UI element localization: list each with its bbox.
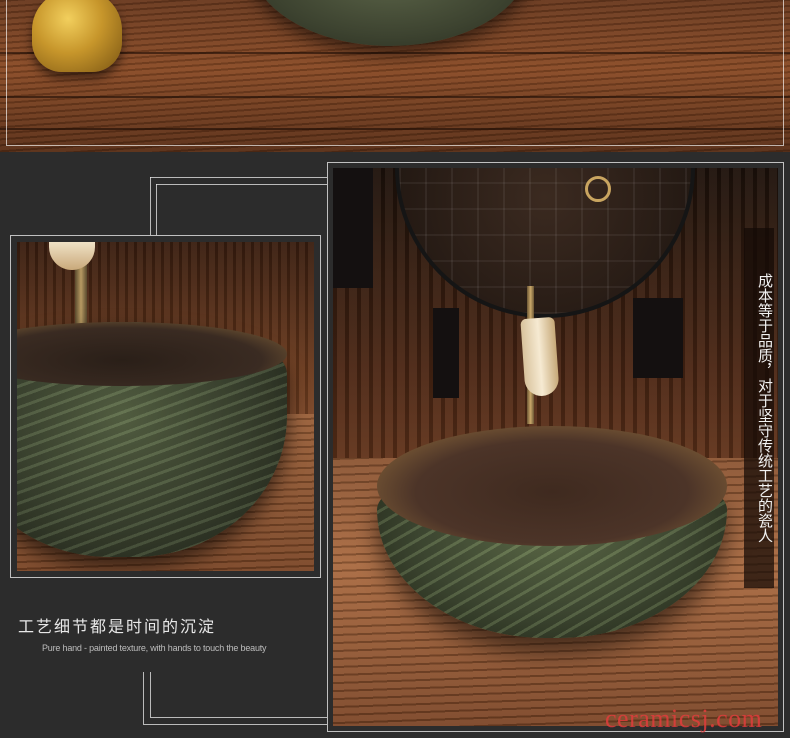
vertical-slogan: 成本等于品质，对于坚守传统工艺的瓷人 [744, 228, 774, 588]
frame-line-bottom-inner [150, 717, 327, 718]
detail-caption-subtitle: Pure hand - painted texture, with hands … [42, 643, 267, 653]
frame-line-top-inner [156, 184, 327, 185]
faucet-spout-image [49, 242, 95, 270]
detail-caption-title: 工艺细节都是时间的沉淀 [18, 617, 217, 636]
top-photo-frame [6, 0, 784, 146]
main-photo-card [327, 162, 784, 732]
frame-line-vertical-top [150, 177, 151, 235]
detail-photo-card [10, 235, 321, 578]
frame-line-vertical-bottom-inner [150, 672, 151, 717]
dark-wall-panel [333, 168, 373, 288]
site-watermark: ceramicsj.com [605, 704, 763, 733]
faucet-spout-image [520, 316, 560, 398]
round-mirror-image [395, 168, 695, 318]
product-detail-page: 工艺细节都是时间的沉淀 Pure hand - painted texture,… [0, 0, 790, 738]
basin-main-photo [333, 168, 778, 726]
frame-line-top [150, 177, 327, 178]
top-product-photo [0, 0, 790, 152]
dark-wall-panel [433, 308, 459, 398]
basin-rim-image [377, 426, 727, 546]
dark-wall-panel [633, 298, 683, 378]
towel-ring-image [585, 176, 611, 202]
frame-line-bottom [143, 724, 327, 725]
frame-line-vertical-top-inner [156, 184, 157, 235]
basin-detail-photo [17, 242, 314, 571]
frame-line-vertical-bottom [143, 672, 144, 724]
